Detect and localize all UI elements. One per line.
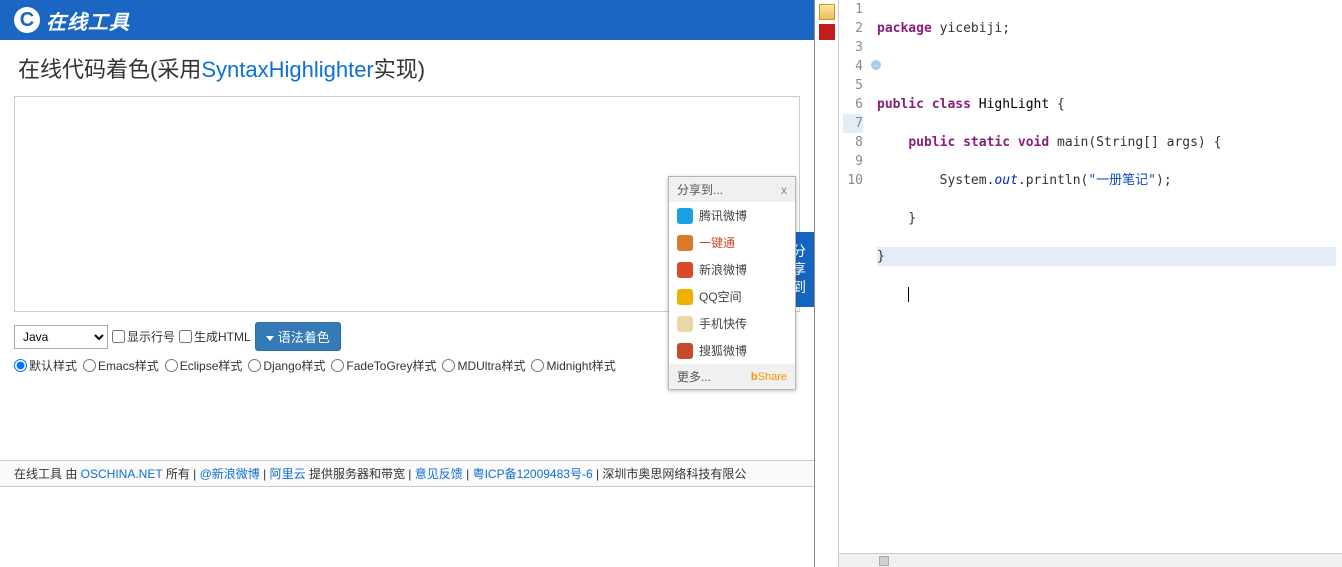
line-number: 5 [843,76,863,95]
style-radio[interactable]: 默认样式 [14,357,77,374]
copy-icon[interactable] [819,4,835,20]
code-text[interactable]: package yicebiji; public class HighLight… [877,0,1336,418]
line-number: 7 [843,114,863,133]
line-number: 1 [843,0,863,19]
scrollbar-thumb[interactable] [879,556,889,566]
gen-html-checkbox[interactable]: 生成HTML [179,328,251,345]
share-service-icon [677,343,693,359]
brand-title: 在线工具 [46,6,130,35]
line-number: 8 [843,133,863,152]
stop-icon[interactable] [819,24,835,40]
share-service-icon [677,208,693,224]
line-number: 2 [843,19,863,38]
line-number: 9 [843,152,863,171]
share-service-icon [677,316,693,332]
footer-bar: 在线工具 由 OSCHINA.NET 所有 | @新浪微博 | 阿里云 提供服务… [0,460,814,487]
share-service-icon [677,289,693,305]
horizontal-scrollbar[interactable] [839,553,1342,567]
editor-gutter [815,0,839,567]
share-option-label: 搜狐微博 [699,342,747,359]
footer-text: 在线工具 由 [14,467,81,481]
share-option[interactable]: 新浪微博 [669,256,795,283]
logo-icon: C [14,7,40,33]
style-radio[interactable]: FadeToGrey样式 [331,357,436,374]
web-tool-pane: C 在线工具 在线代码着色(采用SyntaxHighlighter实现) 分享到… [0,0,815,567]
caret-down-icon [266,336,274,341]
style-radio[interactable]: Emacs样式 [83,357,159,374]
style-radio[interactable]: Django样式 [248,357,325,374]
share-popup-title: 分享到... [677,181,723,198]
share-popup-header: 分享到... x [669,177,795,202]
style-radio[interactable]: MDUltra样式 [442,357,525,374]
language-select[interactable]: Java [14,325,108,349]
share-option-label: 新浪微博 [699,261,747,278]
header-bar: C 在线工具 [0,0,814,40]
share-service-icon [677,235,693,251]
line-number-column: 12345678910 [843,0,869,190]
feedback-link[interactable]: 意见反馈 [415,467,463,481]
share-option[interactable]: 手机快传 [669,310,795,337]
page-title: 在线代码着色(采用SyntaxHighlighter实现) [0,40,814,92]
line-number: 4 [843,57,863,76]
share-popup: 分享到... x 腾讯微博一键通新浪微博 QQ空间手机快传搜狐微博 更多... b… [668,176,796,390]
share-option-label: 一键通 [699,234,735,251]
style-radio[interactable]: Midnight样式 [531,357,615,374]
line-number: 6 [843,95,863,114]
aliyun-link[interactable]: 阿里云 [270,467,306,481]
title-prefix: 在线代码着色(采用 [18,57,201,82]
line-number: 10 [843,171,863,190]
share-option-label: 腾讯微博 [699,207,747,224]
share-popup-footer: 更多... bShare [669,364,795,389]
colorize-button[interactable]: 语法着色 [255,322,341,351]
code-editor-pane: 12345678910 – package yicebiji; public c… [815,0,1342,567]
oschina-link[interactable]: OSCHINA.NET [81,467,163,481]
style-radio[interactable]: Eclipse样式 [165,357,243,374]
icp-link[interactable]: 粤ICP备12009483号-6 [473,467,593,481]
show-lineno-checkbox[interactable]: 显示行号 [112,328,175,345]
weibo-link[interactable]: @新浪微博 [200,467,260,481]
share-more-link[interactable]: 更多... [677,368,711,385]
share-option-label: 手机快传 [699,315,747,332]
line-number: 3 [843,38,863,57]
share-option[interactable]: 搜狐微博 [669,337,795,364]
share-option[interactable]: 腾讯微博 [669,202,795,229]
share-option[interactable]: QQ空间 [669,283,795,310]
share-option-label: QQ空间 [699,288,742,305]
share-option[interactable]: 一键通 [669,229,795,256]
text-caret [908,287,909,302]
close-icon[interactable]: x [781,183,787,197]
title-suffix: 实现) [374,57,425,82]
syntaxhighlighter-link[interactable]: SyntaxHighlighter [201,57,373,82]
share-service-icon [677,262,693,278]
bshare-brand: bShare [751,371,787,383]
